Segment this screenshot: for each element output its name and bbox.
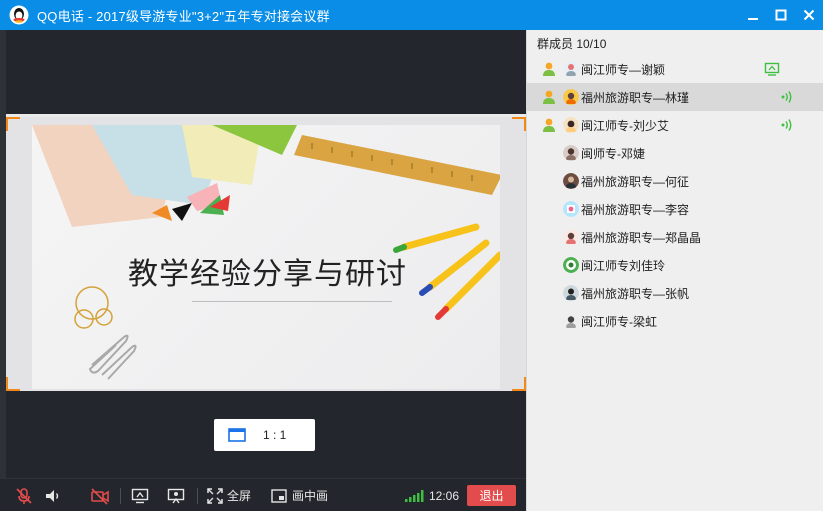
- picture-in-picture-button[interactable]: 画中画: [271, 479, 328, 511]
- avatar: [563, 89, 579, 105]
- toolbar-divider: [120, 488, 121, 504]
- mic-muted-icon: [16, 487, 32, 504]
- screen-share-button[interactable]: [131, 479, 149, 511]
- signal-indicator: [405, 479, 425, 511]
- avatar: [563, 313, 579, 329]
- member-name: 闽江师专-梁虹: [581, 315, 657, 329]
- close-icon: [803, 9, 815, 21]
- member-name: 闽师专-邓婕: [581, 147, 645, 161]
- aspect-ratio-label: 1 : 1: [263, 428, 287, 442]
- avatar: [563, 61, 579, 77]
- member-row[interactable]: 福州旅游职专—何征: [527, 167, 823, 195]
- avatar: [563, 145, 579, 161]
- member-row[interactable]: 闽江师专—谢颖: [527, 55, 823, 83]
- speaking-icon: [781, 91, 792, 103]
- video-area[interactable]: 教学经验分享与研讨 1 : 1: [0, 30, 526, 478]
- minimize-icon: [748, 18, 758, 20]
- avatar: [563, 117, 579, 133]
- member-name: 福州旅游职专—林瑾: [581, 91, 690, 105]
- presentation-icon: [167, 488, 185, 503]
- member-name: 闽江师专—谢颖: [581, 63, 666, 77]
- corner-marker: [6, 377, 20, 391]
- maximize-icon: [775, 9, 787, 21]
- slide-canvas: 教学经验分享与研讨: [32, 125, 500, 389]
- avatar: [563, 285, 579, 301]
- toolbar-divider: [197, 488, 198, 504]
- mic-button[interactable]: [15, 479, 33, 511]
- member-sidebar: 群成员 10/10 闽江师专—谢颖 福州旅游职专—林瑾 闽江师专-刘少艾 闽师专…: [526, 30, 823, 511]
- camera-off-icon: [91, 487, 109, 505]
- member-row[interactable]: 闽江师专-刘少艾: [527, 111, 823, 139]
- speaker-icon: [46, 489, 59, 502]
- avatar: [563, 173, 579, 189]
- member-row[interactable]: 福州旅游职专—郑晶晶: [527, 223, 823, 251]
- member-row[interactable]: 福州旅游职专—张帆: [527, 279, 823, 307]
- shared-slide: 教学经验分享与研讨: [6, 117, 526, 391]
- exit-button[interactable]: 退出: [467, 485, 516, 506]
- window-title: QQ电话 - 2017级导游专业"3+2"五年专对接会议群: [37, 8, 330, 24]
- call-time: 12:06: [429, 488, 460, 503]
- member-name: 福州旅游职专—李容: [581, 203, 690, 217]
- slide-title: 教学经验分享与研讨: [128, 257, 407, 292]
- corner-marker: [6, 117, 20, 131]
- title-bar: QQ电话 - 2017级导游专业"3+2"五年专对接会议群: [0, 0, 823, 30]
- signal-strength-icon: [405, 489, 424, 502]
- close-button[interactable]: [792, 0, 823, 30]
- member-count: 群成员 10/10: [537, 37, 607, 51]
- picture-in-picture-icon: [271, 488, 287, 503]
- member-row[interactable]: 闽江师专刘佳玲: [527, 251, 823, 279]
- user-icon: [543, 90, 555, 104]
- member-name: 福州旅游职专—张帆: [581, 287, 690, 301]
- member-name: 闽江师专刘佳玲: [581, 259, 666, 273]
- member-row[interactable]: 福州旅游职专—李容: [527, 195, 823, 223]
- speaking-icon: [781, 119, 792, 131]
- aspect-ratio-toggle[interactable]: 1 : 1: [214, 419, 315, 451]
- user-icon: [543, 118, 555, 132]
- screen-share-icon: [131, 488, 149, 503]
- qq-logo-icon: [9, 5, 29, 25]
- fullscreen-icon: [207, 487, 223, 504]
- avatar: [563, 229, 579, 245]
- presentation-button[interactable]: [167, 479, 185, 511]
- member-row[interactable]: 闽江师专-梁虹: [527, 307, 823, 335]
- screen-share-icon: [764, 62, 780, 76]
- corner-marker: [512, 377, 526, 391]
- camera-button[interactable]: [90, 479, 110, 511]
- member-name: 福州旅游职专—郑晶晶: [581, 231, 702, 245]
- picture-in-picture-label: 画中画: [292, 489, 329, 503]
- avatar: [563, 201, 579, 217]
- corner-marker: [512, 117, 526, 131]
- member-name: 闽江师专-刘少艾: [581, 119, 669, 133]
- call-toolbar: 全屏 画中画 12:06 退出: [0, 478, 526, 511]
- fullscreen-button[interactable]: 全屏: [207, 479, 251, 511]
- member-row[interactable]: 闽师专-邓婕: [527, 139, 823, 167]
- member-row[interactable]: 福州旅游职专—林瑾: [527, 83, 823, 111]
- avatar: [563, 257, 579, 273]
- speaker-button[interactable]: [44, 479, 62, 511]
- slide-title-underline: [192, 301, 392, 302]
- user-icon: [543, 62, 555, 76]
- fullscreen-label: 全屏: [227, 489, 252, 503]
- member-name: 福州旅游职专—何征: [581, 175, 690, 189]
- fit-window-icon: [228, 428, 246, 442]
